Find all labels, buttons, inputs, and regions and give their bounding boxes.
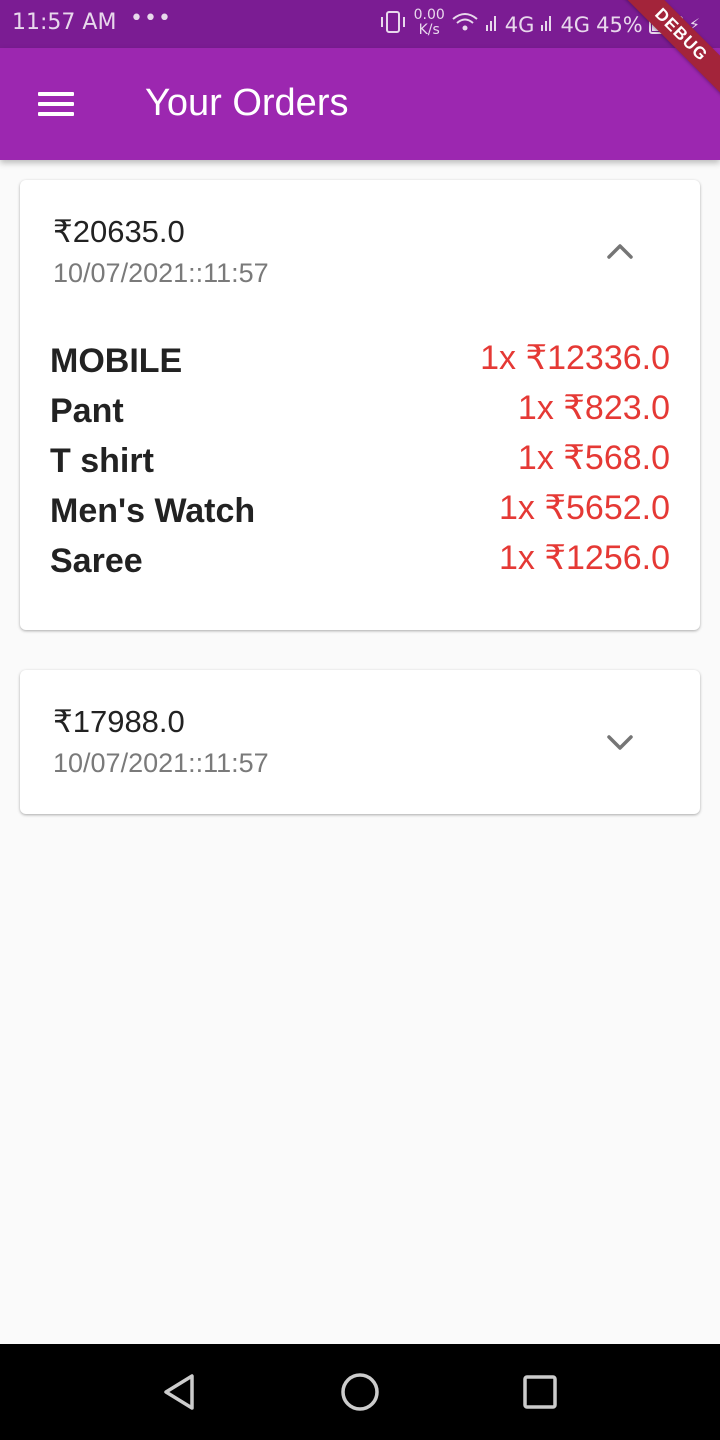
order-date: 10/07/2021::11:57 xyxy=(53,258,269,288)
network-type-2: 4G xyxy=(560,12,591,37)
item-price: 1x ₹5652.0 xyxy=(499,489,670,527)
item-name: T shirt xyxy=(50,442,154,480)
network-speed: 0.00 K/s xyxy=(413,6,445,38)
order-item: Pant 1x ₹823.0 xyxy=(50,389,670,442)
order-card-header[interactable]: ₹17988.0 10/07/2021::11:57 xyxy=(20,670,700,810)
vibrate-icon xyxy=(378,10,408,39)
order-card-header[interactable]: ₹20635.0 10/07/2021::11:57 xyxy=(20,180,700,320)
order-amount: ₹20635.0 xyxy=(53,214,185,249)
item-price: 1x ₹1256.0 xyxy=(499,539,670,577)
item-name: MOBILE xyxy=(50,342,183,380)
order-card: ₹20635.0 10/07/2021::11:57 MOBILE 1x ₹12… xyxy=(20,180,700,630)
item-price: 1x ₹12336.0 xyxy=(480,339,670,377)
item-name: Pant xyxy=(50,392,124,430)
status-time: 11:57 AM xyxy=(12,10,117,35)
page-title: Your Orders xyxy=(145,82,349,124)
item-name: Men's Watch xyxy=(50,492,256,530)
wifi-icon xyxy=(451,11,479,38)
order-item: Men's Watch 1x ₹5652.0 xyxy=(50,489,670,542)
home-circle-icon[interactable] xyxy=(338,1370,382,1414)
item-name: Saree xyxy=(50,542,143,580)
battery-percent: 45% xyxy=(596,12,643,37)
order-item: MOBILE 1x ₹12336.0 xyxy=(50,339,670,392)
order-amount: ₹17988.0 xyxy=(53,704,185,739)
system-nav-bar xyxy=(0,1344,720,1440)
app-bar: Your Orders xyxy=(0,48,720,160)
speed-value: 0.00 xyxy=(413,6,445,23)
item-price: 1x ₹568.0 xyxy=(517,439,670,477)
recents-square-icon[interactable] xyxy=(518,1370,562,1414)
hamburger-menu-icon[interactable] xyxy=(20,70,92,138)
menu-line xyxy=(38,112,74,116)
speed-unit: K/s xyxy=(418,21,440,38)
status-bar: 11:57 AM ••• 0.00 K/s 4G 4G 45% ⚡ xyxy=(0,0,720,48)
order-date: 10/07/2021::11:57 xyxy=(53,748,269,778)
signal-icon xyxy=(485,11,499,38)
order-item: Saree 1x ₹1256.0 xyxy=(50,539,670,592)
chevron-up-icon[interactable] xyxy=(598,230,642,274)
menu-line xyxy=(38,92,74,96)
order-item: T shirt 1x ₹568.0 xyxy=(50,439,670,492)
back-triangle-icon[interactable] xyxy=(158,1370,202,1414)
order-card: ₹17988.0 10/07/2021::11:57 xyxy=(20,670,700,814)
chevron-down-icon[interactable] xyxy=(598,720,642,764)
notification-dots-icon: ••• xyxy=(130,6,172,31)
signal-icon-2 xyxy=(540,11,554,38)
menu-line xyxy=(38,102,74,106)
item-price: 1x ₹823.0 xyxy=(517,389,670,427)
network-type-1: 4G xyxy=(504,12,535,37)
